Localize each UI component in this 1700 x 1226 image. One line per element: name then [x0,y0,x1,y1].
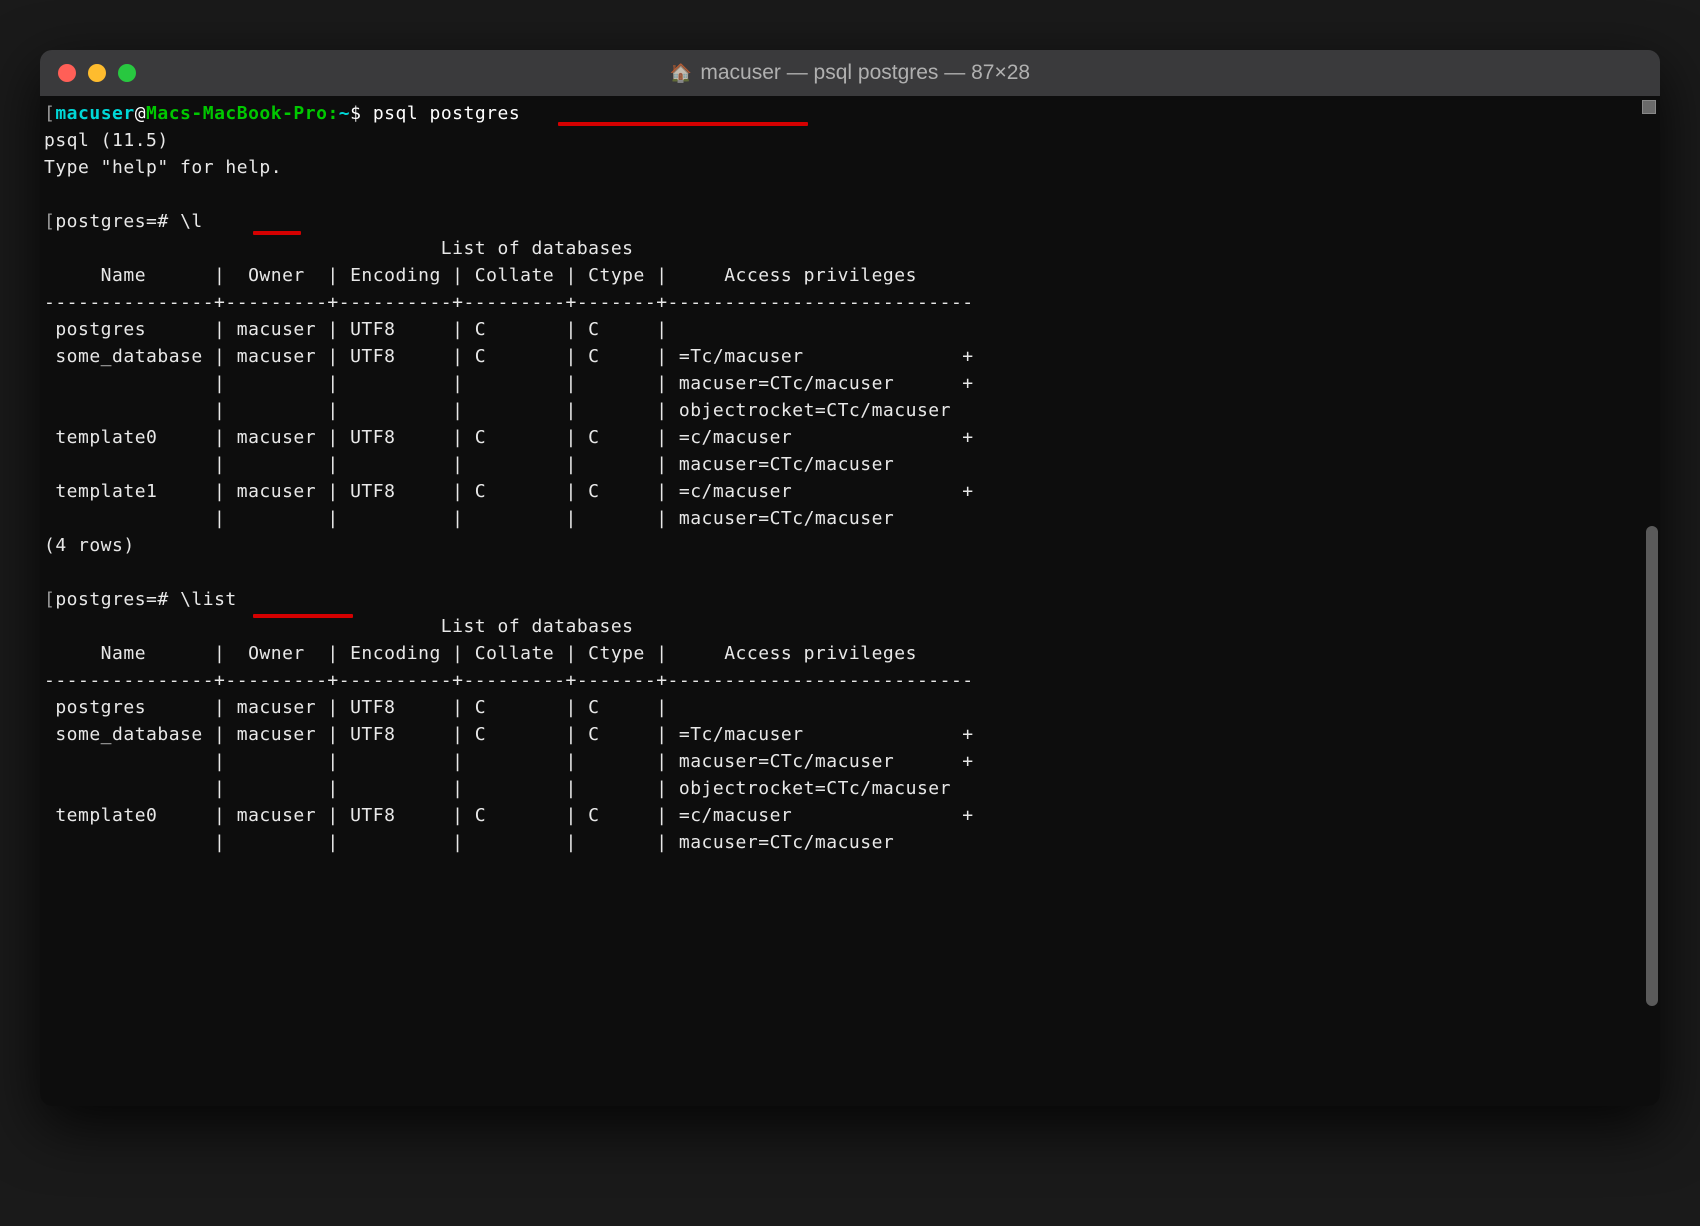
table2-row-3: | | | | | objectrocket=CTc/macuser [44,778,951,799]
table1-divider: ---------------+---------+----------+---… [44,292,974,313]
table1-row-6: template1 | macuser | UTF8 | C | C | =c/… [44,481,974,502]
prompt-user: macuser [55,103,134,124]
table1-row-5: | | | | | macuser=CTc/macuser [44,454,894,475]
prompt-sep: : [327,103,338,124]
table1-row-0: postgres | macuser | UTF8 | C | C | [44,319,679,340]
maximize-button[interactable] [118,64,136,82]
psql-prompt-1: postgres=# [55,211,168,232]
minimize-button[interactable] [88,64,106,82]
psql-command-2: \list [180,589,237,610]
table2-row-0: postgres | macuser | UTF8 | C | C | [44,697,679,718]
prompt-symbol: $ [350,103,361,124]
prompt-space [361,103,372,124]
table2-title: List of databases [44,616,634,637]
table1-footer: (4 rows) [44,535,135,556]
table1-header: Name | Owner | Encoding | Collate | Ctyp… [44,265,974,286]
table1-row-7: | | | | | macuser=CTc/macuser [44,508,894,529]
shell-command: psql postgres [373,103,520,124]
table1-row-1: some_database | macuser | UTF8 | C | C |… [44,346,974,367]
home-icon: 🏠 [670,63,692,84]
traffic-lights [58,64,136,82]
window-title: 🏠 macuser — psql postgres — 87×28 [670,61,1030,85]
title-bar[interactable]: 🏠 macuser — psql postgres — 87×28 [40,50,1660,96]
table1-row-4: template0 | macuser | UTF8 | C | C | =c/… [44,427,974,448]
scrollbar-thumb[interactable] [1646,526,1658,1006]
table2-row-2: | | | | | macuser=CTc/macuser + [44,751,974,772]
terminal-content[interactable]: [macuser@Macs-MacBook-Pro:~$ psql postgr… [44,100,1656,856]
table1-row-2: | | | | | macuser=CTc/macuser + [44,373,974,394]
table2-row-1: some_database | macuser | UTF8 | C | C |… [44,724,974,745]
bracket-open: [ [44,103,55,124]
table2-divider: ---------------+---------+----------+---… [44,670,974,691]
psql-command-1: \l [180,211,203,232]
bracket-open-2: [ [44,211,55,232]
prompt-host: Macs-MacBook-Pro [146,103,327,124]
psql-prompt-2: postgres=# [55,589,168,610]
terminal-window: 🏠 macuser — psql postgres — 87×28 [macus… [40,50,1660,1106]
bracket-open-3: [ [44,589,55,610]
terminal-body[interactable]: [macuser@Macs-MacBook-Pro:~$ psql postgr… [40,96,1660,1106]
table2-row-4: template0 | macuser | UTF8 | C | C | =c/… [44,805,974,826]
underline-annotation-2 [253,231,301,235]
title-label: macuser — psql postgres — 87×28 [700,61,1030,85]
psql-version: psql (11.5) [44,130,169,151]
close-button[interactable] [58,64,76,82]
psql-help: Type "help" for help. [44,157,282,178]
scroll-indicator-icon [1642,100,1656,114]
prompt-path: ~ [339,103,350,124]
table2-row-5: | | | | | macuser=CTc/macuser [44,832,894,853]
prompt-at: @ [135,103,146,124]
table1-row-3: | | | | | objectrocket=CTc/macuser [44,400,951,421]
underline-annotation-1 [558,122,808,126]
table1-title: List of databases [44,238,634,259]
table2-header: Name | Owner | Encoding | Collate | Ctyp… [44,643,974,664]
underline-annotation-3 [253,614,353,618]
